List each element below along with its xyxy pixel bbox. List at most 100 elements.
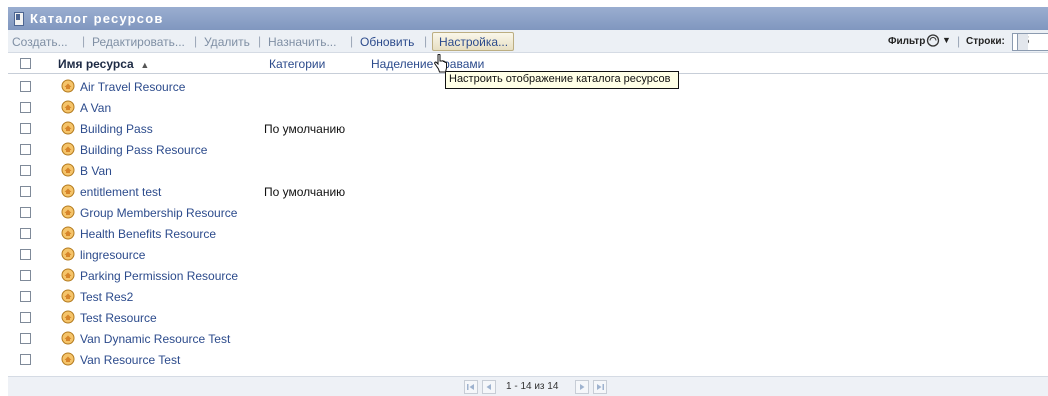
toolbar-separator: | (957, 34, 961, 48)
rows-per-page-select[interactable]: 25 (1012, 33, 1048, 51)
select-all-checkbox[interactable] (20, 58, 31, 69)
settings-tooltip-text: Настроить отображение каталога ресурсов (449, 73, 671, 85)
resource-icon (61, 247, 75, 261)
row-checkbox[interactable] (20, 312, 31, 323)
refresh-button[interactable]: Обновить (360, 35, 414, 49)
table-row: Building Pass Resource (8, 139, 1048, 160)
column-header-entitlement[interactable]: Наделение правами (371, 57, 484, 71)
resource-name-link[interactable]: Van Resource Test (80, 353, 180, 367)
resource-name-link[interactable]: Van Dynamic Resource Test (80, 332, 230, 346)
row-checkbox[interactable] (20, 249, 31, 260)
last-page-icon (597, 384, 604, 390)
sort-ascending-icon: ▲ (140, 60, 150, 70)
row-checkbox[interactable] (20, 228, 31, 239)
resource-icon (61, 331, 75, 345)
delete-button[interactable]: Удалить (204, 35, 250, 49)
resource-icon (61, 100, 75, 114)
resource-name-link[interactable]: Air Travel Resource (80, 80, 185, 94)
table-row: lingresource (8, 244, 1048, 265)
resource-icon (61, 226, 75, 240)
toolbar-separator: | (194, 34, 198, 48)
resource-icon (61, 184, 75, 198)
edit-button[interactable]: Редактировать... (92, 35, 185, 49)
table-row: Test Resource (8, 307, 1048, 328)
resource-icon (61, 352, 75, 366)
table-row: entitlement test По умолчанию (8, 181, 1048, 202)
resource-name-link[interactable]: Health Benefits Resource (80, 227, 216, 241)
resource-icon (61, 79, 75, 93)
resource-name-link[interactable]: A Van (80, 101, 111, 115)
row-checkbox[interactable] (20, 81, 31, 92)
toolbar-separator: | (350, 34, 354, 48)
row-checkbox[interactable] (20, 270, 31, 281)
row-checkbox[interactable] (20, 144, 31, 155)
resource-name-link[interactable]: Test Res2 (80, 290, 133, 304)
filter-label: Фильтр (888, 36, 926, 47)
row-checkbox[interactable] (20, 333, 31, 344)
pagination-bar: 1 - 14 из 14 (8, 376, 1048, 396)
catalog-icon (14, 12, 24, 26)
create-button[interactable]: Создать... (12, 35, 68, 49)
settings-button-label: Настройка... (439, 35, 509, 49)
table-row: Health Benefits Resource (8, 223, 1048, 244)
row-checkbox[interactable] (20, 186, 31, 197)
title-bar: Каталог ресурсов (8, 7, 1048, 30)
resource-name-link[interactable]: Group Membership Resource (80, 206, 237, 220)
toolbar: Создать... | Редактировать... | Удалить … (8, 30, 1048, 53)
row-checkbox[interactable] (20, 165, 31, 176)
next-page-button[interactable] (575, 380, 589, 394)
hand-cursor-icon (434, 54, 447, 73)
resource-name-link[interactable]: Parking Permission Resource (80, 269, 238, 283)
resource-catalog-panel: Каталог ресурсов Создать... | Редактиров… (8, 7, 1048, 396)
row-checkbox[interactable] (20, 291, 31, 302)
resource-name-link[interactable]: Building Pass (80, 122, 153, 136)
first-page-icon (467, 384, 474, 390)
settings-tooltip: Настроить отображение каталога ресурсов (445, 71, 679, 89)
table-row: Group Membership Resource (8, 202, 1048, 223)
column-header-name-label: Имя ресурса (58, 57, 134, 71)
resource-name-link[interactable]: lingresource (80, 248, 145, 262)
table-row: Building Pass По умолчанию (8, 118, 1048, 139)
last-page-button[interactable] (593, 380, 607, 394)
table-row: Van Resource Test (8, 349, 1048, 370)
table-row: Parking Permission Resource (8, 265, 1048, 286)
toolbar-separator: | (258, 34, 262, 48)
row-checkbox[interactable] (20, 102, 31, 113)
column-header-name[interactable]: Имя ресурса ▲ (58, 57, 149, 71)
resource-name-link[interactable]: B Van (80, 164, 112, 178)
table-row: B Van (8, 160, 1048, 181)
rows-label: Строки: (966, 36, 1005, 47)
resource-name-link[interactable]: Building Pass Resource (80, 143, 207, 157)
table-row: Van Dynamic Resource Test (8, 328, 1048, 349)
row-checkbox[interactable] (20, 207, 31, 218)
column-header-categories[interactable]: Категории (269, 57, 325, 71)
settings-button[interactable]: Настройка... (432, 32, 514, 51)
first-page-button[interactable] (464, 380, 478, 394)
resource-category: По умолчанию (264, 122, 346, 136)
resource-icon (61, 268, 75, 282)
resource-icon (61, 121, 75, 135)
resource-icon (61, 289, 75, 303)
resource-icon (61, 205, 75, 219)
assign-button[interactable]: Назначить... (268, 35, 336, 49)
prev-page-button[interactable] (482, 380, 496, 394)
chevron-down-icon (1017, 34, 1028, 50)
filter-dropdown-arrow[interactable]: ▼ (942, 35, 951, 45)
toolbar-separator: | (424, 34, 428, 48)
resource-icon (61, 163, 75, 177)
next-page-icon (580, 384, 585, 390)
resource-name-link[interactable]: Test Resource (80, 311, 157, 325)
filter-icon[interactable] (925, 33, 941, 48)
resource-icon (61, 310, 75, 324)
prev-page-icon (486, 384, 491, 390)
resource-name-link[interactable]: entitlement test (80, 185, 161, 199)
toolbar-separator: | (82, 34, 86, 48)
panel-title: Каталог ресурсов (30, 11, 164, 26)
resource-category: По умолчанию (264, 185, 346, 199)
table-row: A Van (8, 97, 1048, 118)
row-checkbox[interactable] (20, 123, 31, 134)
row-checkbox[interactable] (20, 354, 31, 365)
pager-text: 1 - 14 из 14 (506, 381, 559, 392)
table-row: Test Res2 (8, 286, 1048, 307)
resource-icon (61, 142, 75, 156)
